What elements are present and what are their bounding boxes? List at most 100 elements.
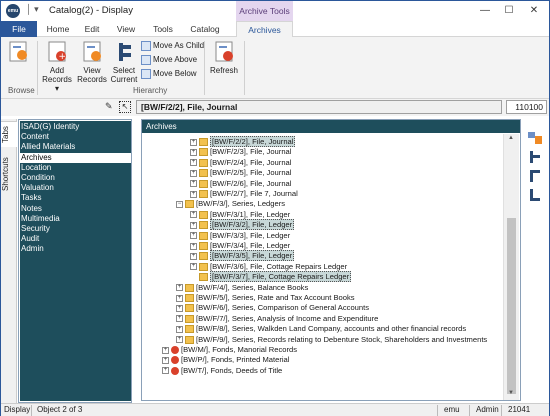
scroll-up-icon[interactable]: ▲ [508, 135, 514, 141]
tree-row[interactable]: [BW/F/3/7], File, Cottage Repairs Ledger [190, 271, 352, 283]
expand-toggle-icon[interactable]: + [176, 325, 183, 333]
tab-list-item[interactable]: Archives [20, 152, 131, 163]
tree-row[interactable]: + [BW/F/9/], Series, Records relating to … [176, 335, 487, 345]
status-position: Object 2 of 3 [37, 405, 83, 414]
tree-row[interactable]: + [BW/F/2/3], File, Journal [190, 147, 291, 157]
tree-row[interactable]: + [BW/F/2/7], File 7, Journal [190, 189, 298, 199]
move-up-icon[interactable] [528, 170, 542, 182]
side-tab-tabs[interactable]: Tabs [1, 121, 17, 147]
tree-row[interactable]: + [BW/F/3/5], File, Ledger [190, 250, 295, 262]
expand-toggle-icon[interactable]: + [176, 294, 183, 302]
side-tab-shortcuts[interactable]: Shortcuts [1, 151, 17, 197]
view-records-label-2: Records [77, 75, 107, 84]
tab-list-item[interactable]: Content [20, 132, 131, 142]
select-current-label-1: Select [112, 66, 136, 75]
minimize-button[interactable]: — [473, 1, 497, 21]
tree-row[interactable]: − [BW/F/3/], Series, Ledgers [176, 199, 285, 209]
expand-toggle-icon[interactable]: + [190, 211, 197, 219]
tab-home[interactable]: Home [41, 21, 75, 37]
expand-toggle-icon[interactable]: + [190, 232, 197, 240]
insert-child-icon[interactable] [528, 151, 542, 163]
tab-list-item[interactable]: Tasks [20, 193, 131, 203]
tree-row[interactable]: + [BW/F/2/2], File, Journal [190, 136, 296, 147]
tree-row-label: [BW/F/3/5], File, Ledger [210, 250, 295, 262]
tab-list-item[interactable]: ISAD(G) Identity [20, 122, 131, 132]
tree-row[interactable]: + [BW/P/], Fonds, Printed Material [162, 355, 289, 365]
tab-list-item[interactable]: Security [20, 224, 131, 234]
add-records-button[interactable]: + Add Records ▾ [40, 40, 74, 93]
tab-list-item[interactable]: Location [20, 163, 131, 173]
expand-toggle-icon[interactable]: + [162, 356, 169, 364]
move-above-button[interactable]: Move Above [141, 54, 197, 66]
view-records-label-1: View [83, 66, 101, 75]
tree-row[interactable]: + [BW/T/], Fonds, Deeds of Title [162, 366, 282, 376]
tree-row[interactable]: + [BW/F/2/5], File, Journal [190, 168, 291, 178]
tab-list-item[interactable]: Multimedia [20, 214, 131, 224]
tree-row[interactable]: + [BW/M/], Fonds, Manorial Records [162, 345, 297, 355]
current-record-field[interactable]: [BW/F/2/2], File, Journal [136, 100, 502, 114]
tab-list-item[interactable]: Admin [20, 244, 131, 254]
refresh-button[interactable]: Refresh [208, 40, 240, 75]
tree-row-label: [BW/F/2/3], File, Journal [210, 147, 292, 157]
tab-list-item[interactable]: Notes [20, 204, 131, 214]
tree-row[interactable]: + [BW/F/4/], Series, Balance Books [176, 283, 308, 293]
tab-list-item[interactable]: Allied Materials [20, 142, 131, 152]
expand-toggle-icon[interactable]: + [190, 169, 197, 177]
tree-row[interactable]: + [BW/F/7/], Series, Analysis of Income a… [176, 314, 378, 324]
tab-archives[interactable]: Archives [236, 21, 293, 38]
tab-list-item[interactable]: Condition [20, 173, 131, 183]
expand-toggle-icon[interactable]: + [190, 221, 197, 229]
expand-toggle-icon[interactable]: + [190, 252, 197, 260]
tree-row[interactable]: + [BW/F/2/6], File, Journal [190, 179, 291, 189]
tab-edit[interactable]: Edit [77, 21, 107, 37]
scrollbar-thumb[interactable] [507, 218, 516, 394]
expand-toggle-icon[interactable]: + [190, 138, 197, 146]
expand-toggle-icon[interactable]: + [190, 159, 197, 167]
tree-row[interactable]: + [BW/F/6/], Series, Comparison of Genera… [176, 303, 369, 313]
tab-file[interactable]: File [1, 21, 37, 37]
expand-toggle-icon[interactable]: + [176, 336, 183, 344]
move-below-button[interactable]: Move Below [141, 68, 197, 80]
folder-icon [199, 273, 208, 282]
pick-icon[interactable]: ↖ [119, 101, 131, 113]
expand-toggle-icon[interactable]: + [176, 284, 183, 292]
browse-button[interactable] [5, 40, 33, 66]
tab-view[interactable]: View [111, 21, 141, 37]
move-as-child-button[interactable]: Move As Child [141, 40, 204, 52]
view-records-button[interactable]: View Records [77, 40, 107, 84]
tab-catalog[interactable]: Catalog [185, 21, 225, 37]
expand-toggle-icon[interactable]: + [190, 190, 197, 198]
tree-row[interactable]: + [BW/F/3/2], File, Ledger [190, 219, 295, 231]
expand-toggle-icon[interactable]: + [176, 304, 183, 312]
pin-icon[interactable]: ✎ [105, 101, 113, 112]
folder-icon [185, 335, 194, 344]
expand-toggle-icon[interactable]: + [190, 180, 197, 188]
expand-toggle-icon[interactable]: + [162, 367, 169, 375]
quick-access-menu-icon[interactable]: │ ▾ [26, 4, 39, 15]
maximize-button[interactable]: ☐ [497, 1, 521, 21]
tree-row[interactable]: + [BW/F/8/], Series, Walkden Land Company… [176, 324, 466, 334]
tree-view-icon[interactable] [528, 132, 542, 144]
select-current-button[interactable]: Select Current [109, 40, 139, 84]
expand-toggle-icon[interactable]: + [176, 315, 183, 323]
expand-toggle-icon[interactable]: + [190, 263, 197, 271]
expand-toggle-icon[interactable]: + [190, 242, 197, 250]
expand-toggle-icon[interactable]: + [190, 148, 197, 156]
close-button[interactable]: ✕ [522, 1, 546, 21]
refresh-label: Refresh [209, 66, 238, 75]
move-down-icon[interactable] [528, 189, 542, 201]
tree-row[interactable]: + [BW/F/3/3], File, Ledger [190, 231, 290, 241]
tab-tools[interactable]: Tools [147, 21, 179, 37]
tab-list-item[interactable]: Audit [20, 234, 131, 244]
status-number: 21041 [508, 405, 531, 414]
folder-icon [199, 190, 208, 198]
tree-row[interactable]: + [BW/F/2/4], File, Journal [190, 158, 291, 168]
record-count-field: 110100 [506, 100, 547, 114]
vertical-scrollbar[interactable]: ▲ ▼ [503, 134, 519, 400]
expand-toggle-icon[interactable]: − [176, 200, 183, 208]
expand-toggle-icon[interactable]: + [162, 346, 169, 354]
archives-tree: + [BW/F/2/2], File, Journal + [BW/F/2/3], F… [142, 134, 504, 400]
scroll-down-icon[interactable]: ▼ [508, 390, 514, 396]
tree-row[interactable]: + [BW/F/5/], Series, Rate and Tax Account… [176, 293, 355, 303]
tab-list-item[interactable]: Valuation [20, 183, 131, 193]
